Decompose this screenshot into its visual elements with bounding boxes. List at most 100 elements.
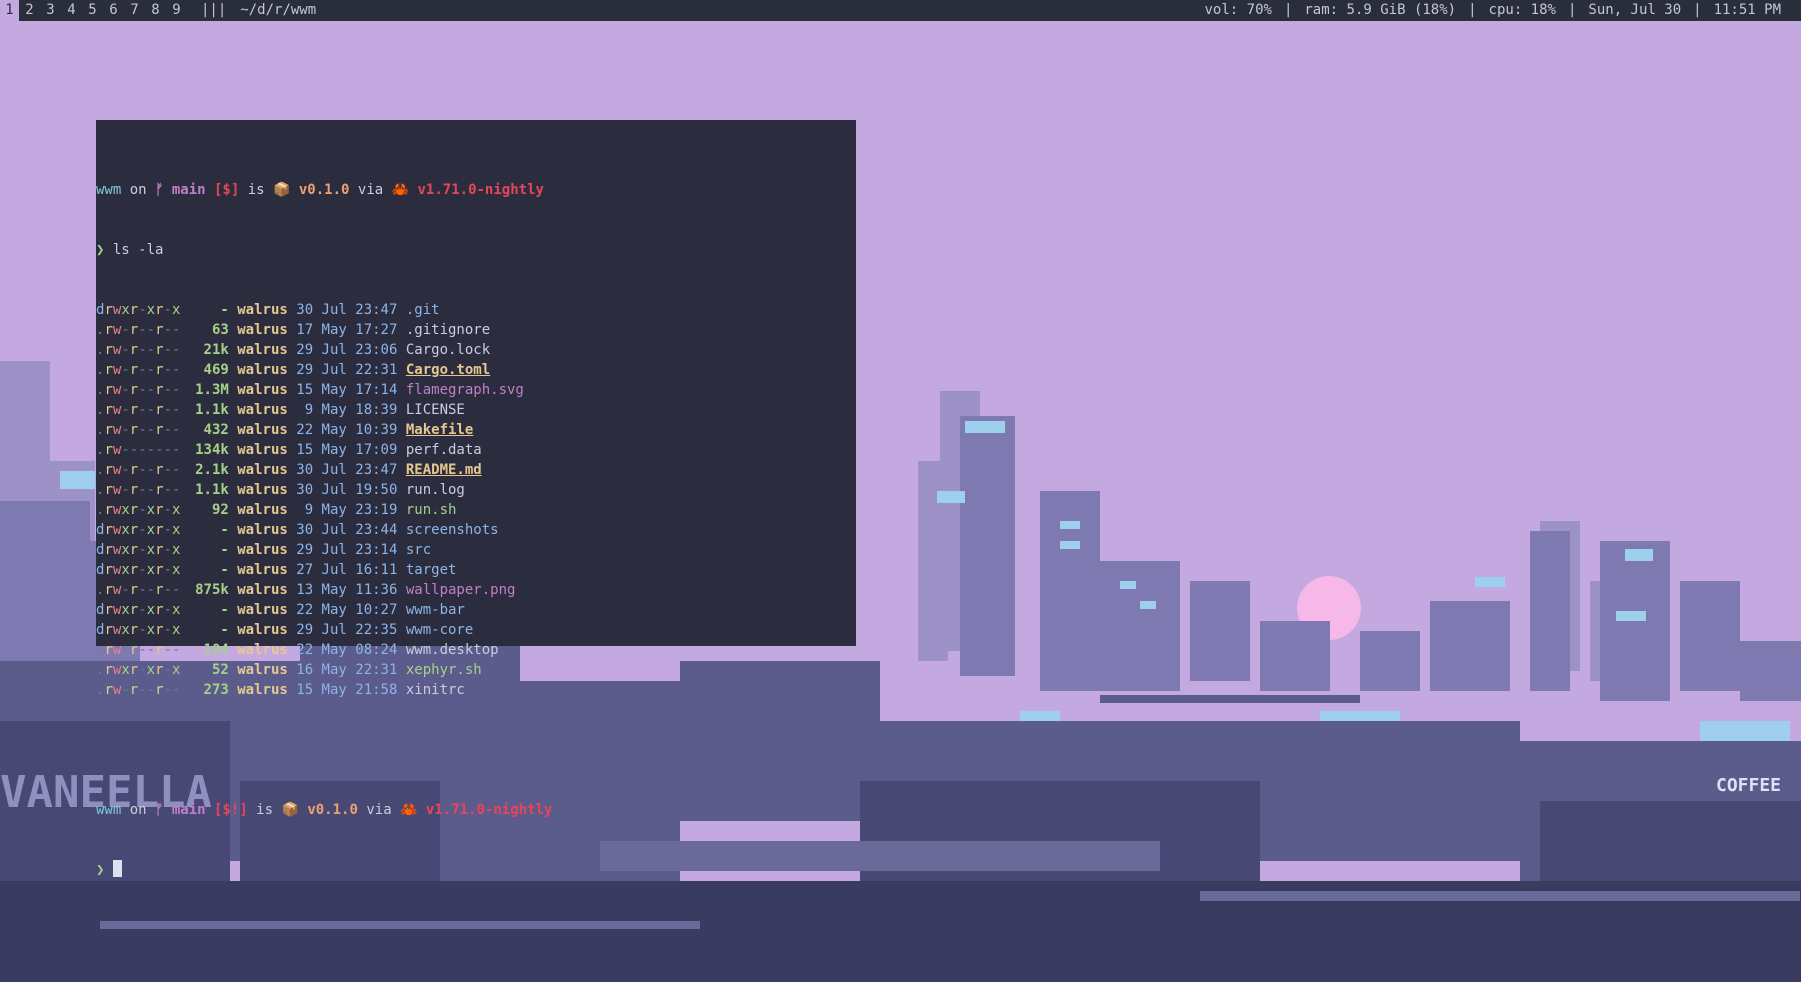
- entry-permissions: .rw-r--r--: [96, 462, 181, 478]
- entry-date: 30 Jul 23:47: [296, 302, 398, 318]
- entry-date: 15 May 17:09: [296, 442, 398, 458]
- workspace-7[interactable]: 7: [124, 0, 145, 21]
- ls-entry: .rw-r--r-- 63 walrus 17 May 17:27 .gitig…: [96, 320, 856, 340]
- ls-entry: .rw-r--r-- 2.1k walrus 30 Jul 23:47 READ…: [96, 460, 856, 480]
- entry-user: walrus: [237, 322, 288, 338]
- entry-date: 22 May 08:24: [296, 642, 398, 658]
- text-cursor: [112, 860, 122, 877]
- divider: |: [1283, 2, 1293, 18]
- entry-name: xephyr.sh: [405, 662, 482, 678]
- entry-permissions: .rw-r--r--: [96, 342, 181, 358]
- entry-date: 30 Jul 23:44: [296, 522, 398, 538]
- entry-user: walrus: [237, 382, 288, 398]
- ls-entry: drwxr-xr-x - walrus 27 Jul 16:11 target: [96, 560, 856, 580]
- command-line: ❯ ls -la: [96, 240, 856, 260]
- entry-size: -: [220, 522, 229, 538]
- entry-size: -: [220, 542, 229, 558]
- ls-entry: .rw-r--r-- 875k walrus 13 May 11:36 wall…: [96, 580, 856, 600]
- ls-entry: drwxr-xr-x - walrus 22 May 10:27 wwm-bar: [96, 600, 856, 620]
- prompt-via: via: [357, 802, 401, 818]
- entry-size: 469: [203, 362, 229, 378]
- ls-entry: .rw-r--r-- 1.1k walrus 9 May 18:39 LICEN…: [96, 400, 856, 420]
- entry-user: walrus: [237, 542, 288, 558]
- entry-name: screenshots: [405, 522, 499, 538]
- entry-size: 875k: [195, 582, 229, 598]
- entry-permissions: .rw-r--r--: [96, 582, 181, 598]
- ls-entry: .rw-r--r-- 1.3M walrus 15 May 17:14 flam…: [96, 380, 856, 400]
- entry-permissions: .rw-r--r--: [96, 482, 181, 498]
- entry-date: 29 Jul 23:06: [296, 342, 398, 358]
- ls-entry: .rw------- 134k walrus 15 May 17:09 perf…: [96, 440, 856, 460]
- entry-size: 92: [211, 502, 229, 518]
- entry-user: walrus: [237, 342, 288, 358]
- entry-date: 29 Jul 23:14: [296, 542, 398, 558]
- ls-listing: drwxr-xr-x - walrus 30 Jul 23:47 .git .rw…: [96, 300, 856, 700]
- divider: |: [1468, 2, 1477, 18]
- entry-name: wwm.desktop: [405, 642, 499, 658]
- ram-status: ram: 5.9 GiB (18%): [1304, 2, 1457, 18]
- divider: |: [1693, 2, 1702, 18]
- workspace-3[interactable]: 3: [40, 0, 61, 21]
- entry-permissions: drwxr-xr-x: [96, 542, 181, 558]
- entry-size: -: [220, 562, 229, 578]
- entry-size: 273: [203, 682, 229, 698]
- entry-user: walrus: [237, 642, 288, 658]
- prompt-branch: main: [163, 802, 206, 818]
- volume-status[interactable]: vol: 70%: [1193, 0, 1284, 21]
- ls-entry: .rw-r--r-- 1.1k walrus 30 Jul 19:50 run.…: [96, 480, 856, 500]
- workspace-9[interactable]: 9: [166, 0, 187, 21]
- entry-name: .gitignore: [405, 322, 491, 338]
- entry-user: walrus: [237, 442, 288, 458]
- entry-date: 17 May 17:27: [296, 322, 398, 338]
- ls-entry: drwxr-xr-x - walrus 30 Jul 23:44 screens…: [96, 520, 856, 540]
- workspace-5[interactable]: 5: [82, 0, 103, 21]
- entry-size: 432: [203, 422, 229, 438]
- entry-permissions: .rwxr-xr-x: [96, 662, 181, 678]
- ls-entry: .rwxr-xr-x 92 walrus 9 May 23:19 run.sh: [96, 500, 856, 520]
- workspace-2[interactable]: 2: [19, 0, 40, 21]
- layout-indicator[interactable]: |||: [187, 0, 230, 21]
- prompt-git-status: [$]: [205, 182, 240, 198]
- entry-date: 9 May 23:19: [296, 502, 398, 518]
- entry-permissions: drwxr-xr-x: [96, 622, 181, 638]
- workspace-1[interactable]: 1: [0, 0, 19, 21]
- entry-name: Makefile: [405, 422, 474, 438]
- entry-date: 22 May 10:27: [296, 602, 398, 618]
- entry-permissions: drwxr-xr-x: [96, 522, 181, 538]
- prompt-is: is: [239, 182, 274, 198]
- entry-date: 29 Jul 22:35: [296, 622, 398, 638]
- entry-size: -: [220, 622, 229, 638]
- entry-permissions: drwxr-xr-x: [96, 302, 181, 318]
- time-status: 11:51 PM: [1713, 2, 1781, 18]
- entry-date: 27 Jul 16:11: [296, 562, 398, 578]
- workspace-8[interactable]: 8: [145, 0, 166, 21]
- prompt-via: via: [349, 182, 392, 198]
- entry-name: perf.data: [405, 442, 482, 458]
- entry-user: walrus: [237, 582, 288, 598]
- entry-name: LICENSE: [405, 402, 465, 418]
- entry-date: 30 Jul 23:47: [296, 462, 398, 478]
- ls-entry: .rw-r--r-- 432 walrus 22 May 10:39 Makef…: [96, 420, 856, 440]
- entry-permissions: .rw-r--r--: [96, 642, 181, 658]
- ls-entry: .rwxr-xr-x 52 walrus 16 May 22:31 xephyr…: [96, 660, 856, 680]
- input-line[interactable]: ❯: [96, 860, 856, 880]
- workspace-6[interactable]: 6: [103, 0, 124, 21]
- entry-date: 29 Jul 22:31: [296, 362, 398, 378]
- entry-size: 104: [203, 642, 229, 658]
- package-icon: 📦: [273, 182, 291, 198]
- terminal-window[interactable]: wwm on ᚠ main [$] is 📦 v0.1.0 via 🦀 v1.7…: [96, 120, 856, 878]
- entry-name: run.log: [405, 482, 465, 498]
- entry-user: walrus: [237, 362, 288, 378]
- workspace-4[interactable]: 4: [61, 0, 82, 21]
- ls-entry: drwxr-xr-x - walrus 29 Jul 22:35 wwm-cor…: [96, 620, 856, 640]
- prompt-toolchain: v1.71.0-nightly: [417, 802, 553, 818]
- entry-date: 15 May 17:14: [296, 382, 398, 398]
- entry-permissions: .rw-r--r--: [96, 362, 181, 378]
- prompt-on: on: [121, 182, 156, 198]
- entry-permissions: drwxr-xr-x: [96, 562, 181, 578]
- ls-entry: drwxr-xr-x - walrus 30 Jul 23:47 .git: [96, 300, 856, 320]
- window-title: ~/d/r/wwm: [240, 2, 317, 18]
- status-bar: 1 2 3 4 5 6 7 8 9 ||| ~/d/r/wwm vol: 70%…: [0, 0, 1801, 21]
- entry-name: target: [405, 562, 457, 578]
